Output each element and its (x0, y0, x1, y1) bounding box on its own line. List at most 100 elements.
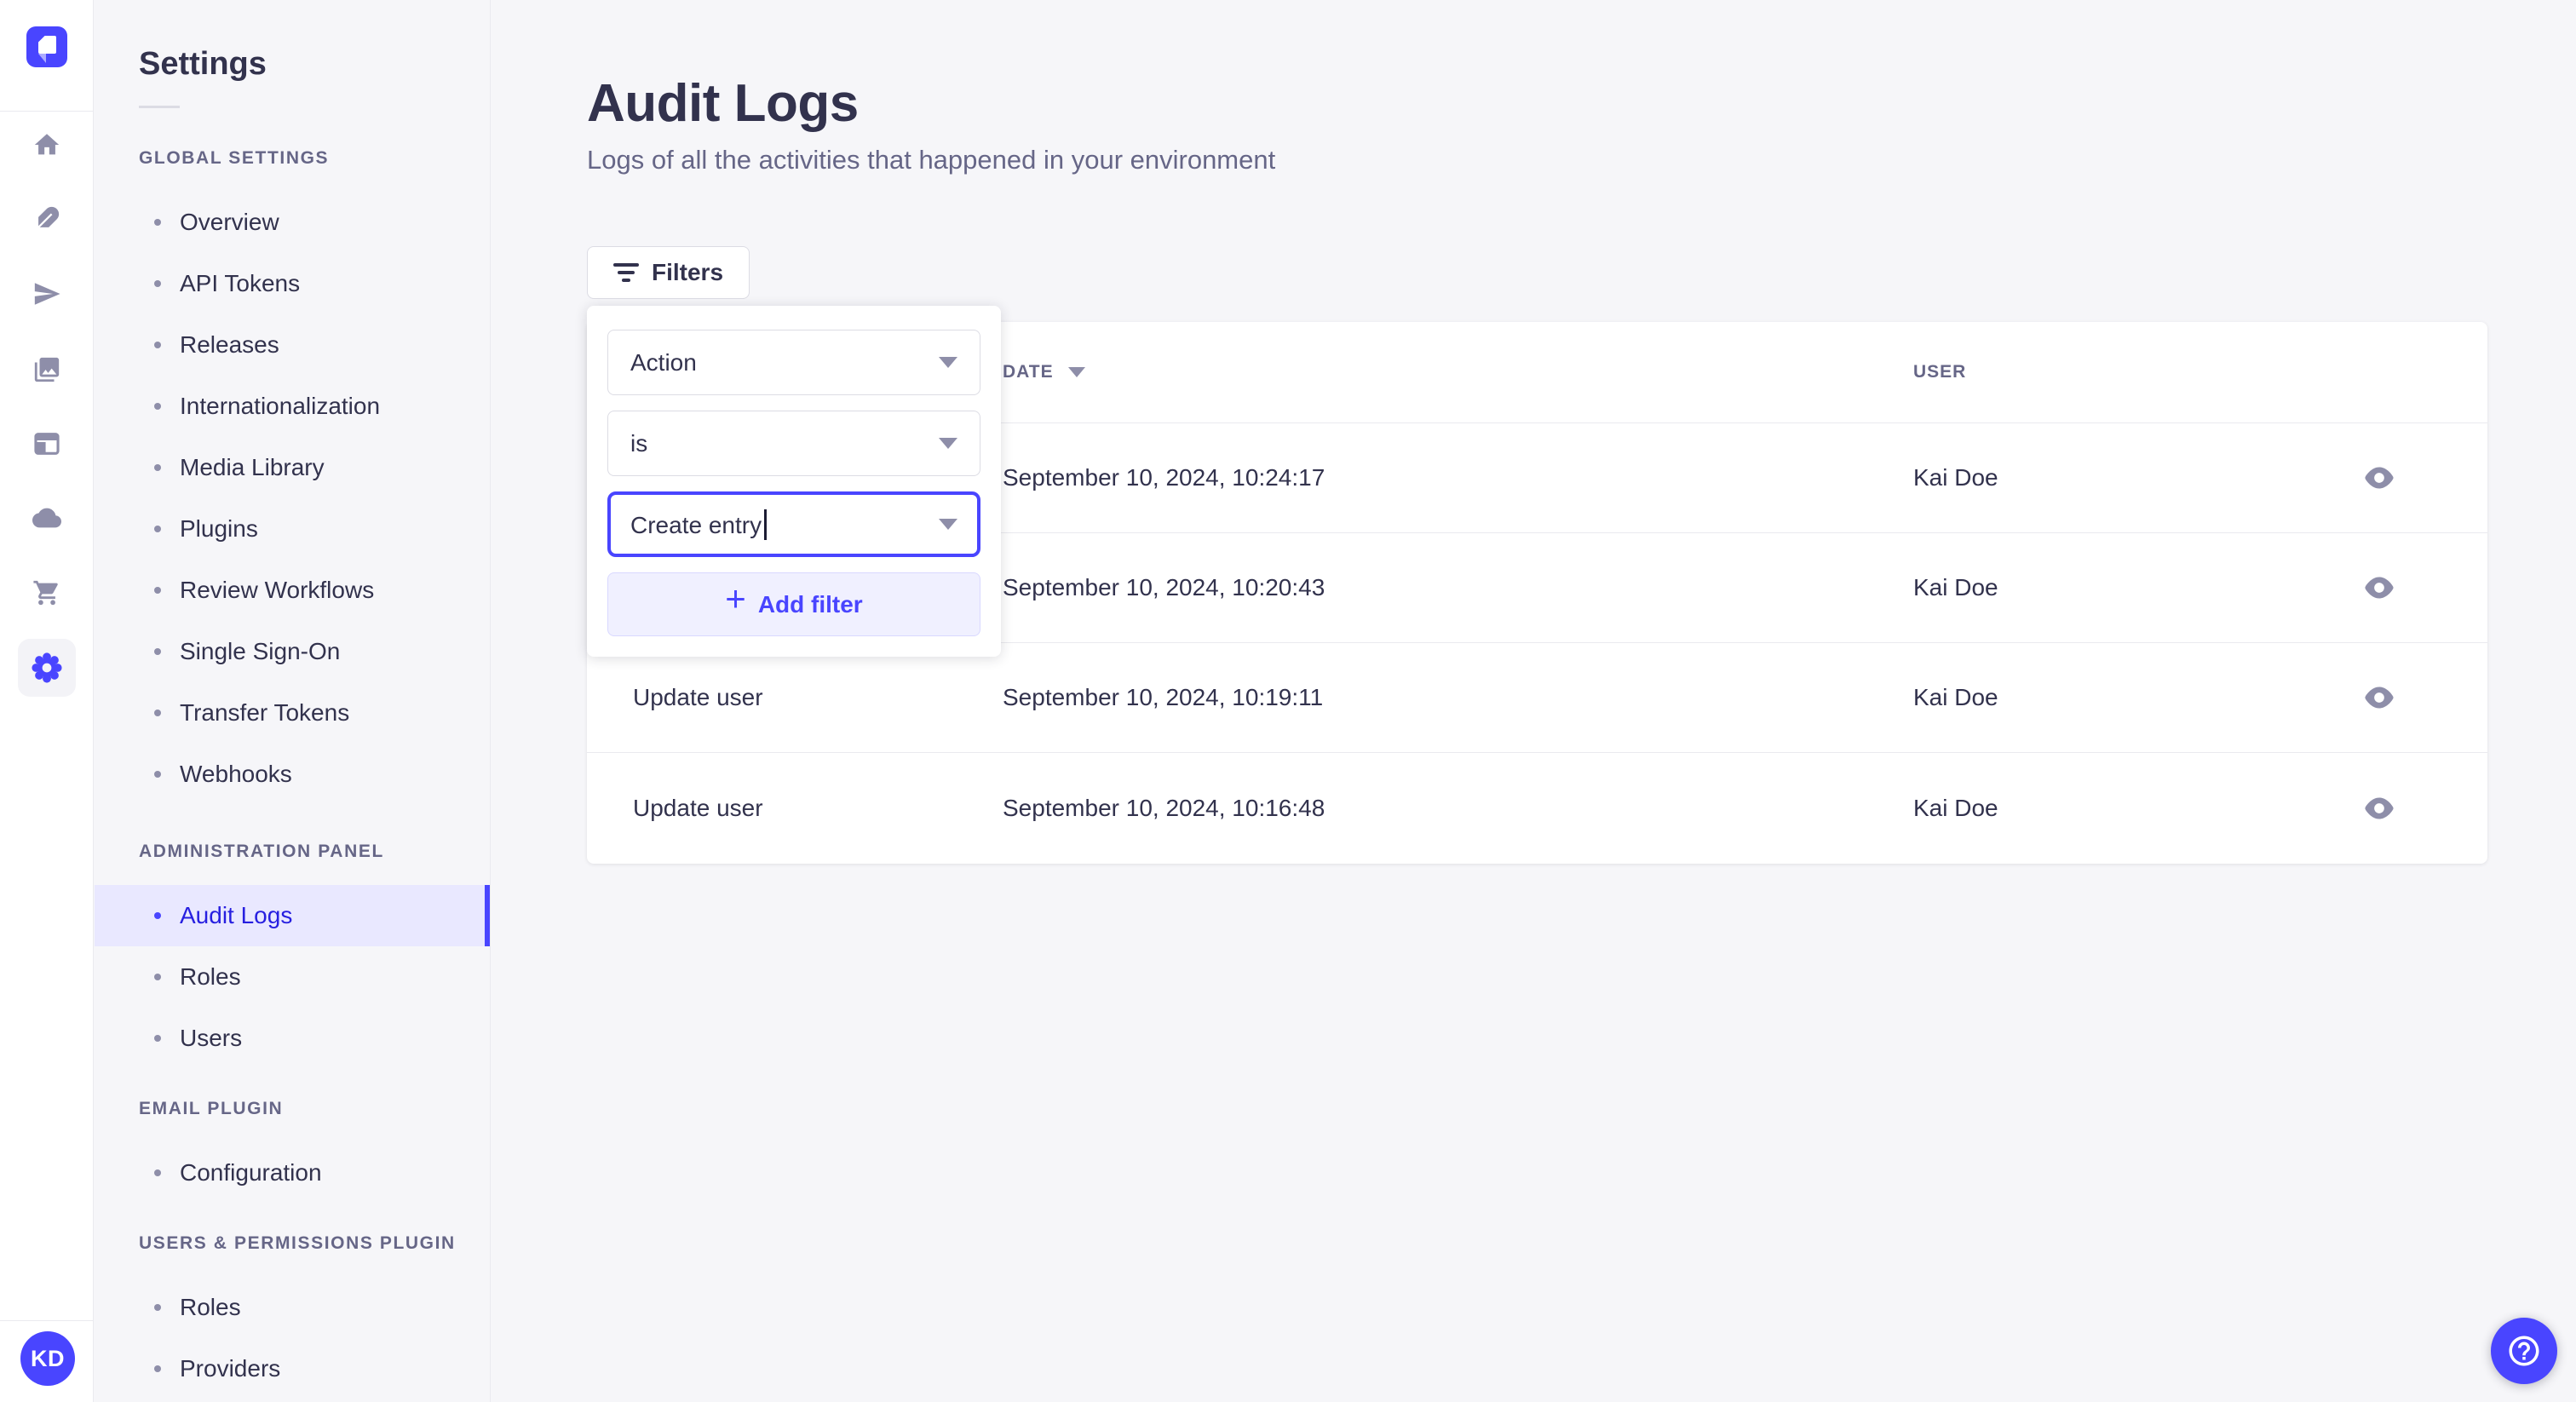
paper-plane-icon[interactable] (0, 279, 94, 308)
view-details-eye-icon[interactable] (2352, 577, 2406, 599)
cloud-icon[interactable] (0, 503, 94, 532)
column-header-user[interactable]: USER (1913, 362, 1966, 382)
settings-gear-icon[interactable] (18, 639, 76, 697)
help-button[interactable] (2491, 1318, 2557, 1384)
avatar[interactable]: KD (20, 1331, 75, 1386)
cell-date: September 10, 2024, 10:16:48 (1003, 794, 1325, 821)
bullet-icon (154, 771, 161, 778)
bullet-icon (154, 1365, 161, 1372)
sidebar-item-admin-users[interactable]: Users (95, 1008, 490, 1069)
bullet-icon (154, 1304, 161, 1311)
bullet-icon (154, 526, 161, 532)
chevron-down-icon (939, 438, 957, 449)
sidebar-title: Settings (139, 46, 267, 82)
bullet-icon (154, 403, 161, 410)
section-administration-panel: Audit Logs Roles Users (95, 885, 490, 1069)
filter-operator-select[interactable]: is (607, 411, 980, 476)
cell-date: September 10, 2024, 10:19:11 (1003, 684, 1324, 710)
rail-divider-bottom (0, 1320, 94, 1321)
sidebar-item-label: Plugins (180, 515, 258, 542)
filter-field-value: Action (630, 348, 697, 376)
avatar-initials: KD (31, 1345, 65, 1371)
sidebar-item-admin-roles[interactable]: Roles (95, 946, 490, 1008)
cart-icon[interactable] (0, 578, 94, 607)
chevron-down-icon (939, 519, 957, 530)
strapi-logo-triangle (38, 54, 46, 63)
layout-icon[interactable] (0, 429, 94, 458)
sidebar-item-webhooks[interactable]: Webhooks (95, 744, 490, 805)
filter-value-text: Create entry (630, 509, 768, 540)
filter-operator-value: is (630, 429, 648, 457)
sidebar-item-releases[interactable]: Releases (95, 314, 490, 376)
main-content: Audit Logs Logs of all the activities th… (491, 0, 2576, 1402)
bullet-icon (154, 710, 161, 716)
sidebar-item-label: Configuration (180, 1159, 322, 1186)
sidebar-item-configuration[interactable]: Configuration (95, 1142, 490, 1204)
column-header-date[interactable]: DATE (1003, 362, 1085, 382)
add-filter-label: Add filter (757, 590, 863, 618)
bullet-icon (154, 974, 161, 980)
add-filter-button[interactable]: Add filter (607, 572, 980, 636)
chevron-down-icon (939, 357, 957, 368)
sidebar-item-label: Roles (180, 963, 241, 990)
view-details-eye-icon[interactable] (2352, 797, 2406, 819)
view-details-eye-icon[interactable] (2352, 687, 2406, 709)
sidebar-item-up-providers[interactable]: Providers (95, 1338, 490, 1399)
cell-user: Kai Doe (1913, 794, 1998, 821)
bullet-icon (154, 464, 161, 471)
section-global-settings: Overview API Tokens Releases Internation… (95, 192, 490, 805)
sidebar-item-label: API Tokens (180, 270, 301, 296)
section-label-administration-panel: ADMINISTRATION PANEL (139, 842, 384, 861)
sidebar-item-label: Review Workflows (180, 577, 375, 603)
settings-sidebar: Settings GLOBAL SETTINGS Overview API To… (95, 0, 491, 1402)
sidebar-item-single-sign-on[interactable]: Single Sign-On (95, 621, 490, 682)
sort-descending-icon (1067, 367, 1085, 377)
feather-icon[interactable] (0, 204, 94, 233)
page-title: Audit Logs (587, 74, 859, 133)
sidebar-item-plugins[interactable]: Plugins (95, 498, 490, 560)
section-label-email-plugin: EMAIL PLUGIN (139, 1099, 284, 1118)
sidebar-item-label: Providers (180, 1355, 281, 1382)
sidebar-item-label: Audit Logs (180, 902, 293, 928)
view-details-eye-icon[interactable] (2352, 467, 2406, 489)
strapi-logo[interactable] (26, 26, 67, 67)
sidebar-item-label: Single Sign-On (180, 638, 341, 664)
cell-action: Update user (633, 794, 763, 821)
bullet-icon (154, 912, 161, 919)
filter-value-combobox[interactable]: Create entry (607, 491, 980, 557)
sidebar-item-overview[interactable]: Overview (95, 192, 490, 253)
cell-action: Update user (633, 684, 763, 710)
sidebar-item-internationalization[interactable]: Internationalization (95, 376, 490, 437)
bullet-icon (154, 219, 161, 226)
filters-button[interactable]: Filters (587, 246, 750, 299)
sidebar-item-label: Webhooks (180, 761, 292, 787)
cell-user: Kai Doe (1913, 464, 1998, 491)
bullet-icon (154, 280, 161, 287)
sidebar-item-review-workflows[interactable]: Review Workflows (95, 560, 490, 621)
sidebar-item-label: Releases (180, 331, 279, 358)
plus-icon (725, 591, 746, 618)
filter-field-select[interactable]: Action (607, 330, 980, 395)
sidebar-item-label: Media Library (180, 454, 325, 480)
strapi-logo-shape (38, 36, 56, 54)
sidebar-item-api-tokens[interactable]: API Tokens (95, 253, 490, 314)
bullet-icon (154, 648, 161, 655)
sidebar-item-transfer-tokens[interactable]: Transfer Tokens (95, 682, 490, 744)
sidebar-item-up-roles[interactable]: Roles (95, 1277, 490, 1338)
cell-user: Kai Doe (1913, 684, 1998, 710)
bullet-icon (154, 1035, 161, 1042)
rail-divider-top (0, 111, 94, 112)
page-subtitle: Logs of all the activities that happened… (587, 145, 1276, 175)
sidebar-item-audit-logs[interactable]: Audit Logs (95, 885, 490, 946)
bullet-icon (154, 1169, 161, 1176)
cell-date: September 10, 2024, 10:24:17 (1003, 464, 1325, 491)
media-library-icon[interactable] (0, 355, 94, 384)
filters-button-label: Filters (652, 259, 724, 285)
cell-date: September 10, 2024, 10:20:43 (1003, 574, 1325, 600)
bullet-icon (154, 342, 161, 348)
sidebar-item-media-library[interactable]: Media Library (95, 437, 490, 498)
home-icon[interactable] (0, 130, 94, 159)
help-icon (2509, 1336, 2539, 1366)
section-users-permissions-plugin: Roles Providers (95, 1277, 490, 1399)
section-label-users-permissions-plugin: USERS & PERMISSIONS PLUGIN (139, 1233, 456, 1253)
